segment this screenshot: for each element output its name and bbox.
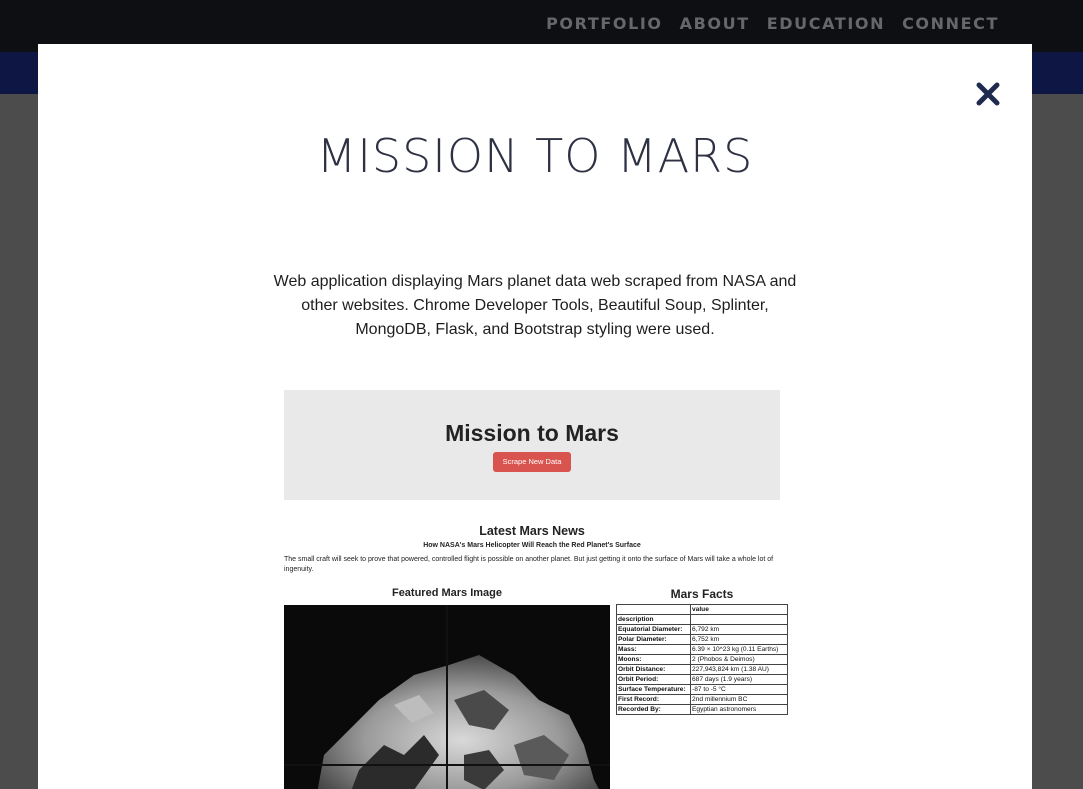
modal-title: MISSION TO MARS <box>316 129 754 183</box>
fact-value: 6.39 × 10^23 kg (0.11 Earths) <box>690 644 788 655</box>
fact-value: 687 days (1.9 years) <box>690 674 788 685</box>
table-row: Equatorial Diameter: 6,792 km <box>616 624 788 635</box>
table-header-value: value <box>690 604 788 615</box>
table-row: Orbit Period: 687 days (1.9 years) <box>616 674 788 685</box>
scrape-button: Scrape New Data <box>493 452 571 472</box>
table-row: Mass: 6.39 × 10^23 kg (0.11 Earths) <box>616 644 788 655</box>
app-jumbotron: Mission to Mars Scrape New Data <box>284 390 780 500</box>
fact-key: Orbit Period: <box>616 674 691 685</box>
featured-mars-image <box>284 605 610 789</box>
featured-image-heading: Featured Mars Image <box>391 587 503 599</box>
fact-value: 6,752 km <box>690 634 788 645</box>
modal-description: Web application displaying Mars planet d… <box>273 273 797 338</box>
table-row: Orbit Distance: 227,943,824 km (1.38 AU) <box>616 664 788 675</box>
table-header-description: description <box>616 614 691 625</box>
fact-value: 227,943,824 km (1.38 AU) <box>690 664 788 675</box>
table-row: Surface Temperature: -87 to -5 °C <box>616 684 788 695</box>
fact-value: 2nd millennium BC <box>690 694 788 705</box>
fact-value: 6,792 km <box>690 624 788 635</box>
mars-facts-table: value description Equatorial Diameter: 6,… <box>616 604 788 715</box>
project-modal: MISSION TO MARS Web application displayi… <box>38 44 1032 789</box>
table-row: value <box>616 604 788 615</box>
table-cell <box>690 614 788 625</box>
close-icon[interactable] <box>974 80 1002 108</box>
facts-heading: Mars Facts <box>670 587 734 601</box>
table-row: First Record: 2nd millennium BC <box>616 694 788 705</box>
app-title: Mission to Mars <box>445 420 619 446</box>
table-row: Polar Diameter: 6,752 km <box>616 634 788 645</box>
news-title: How NASA's Mars Helicopter Will Reach th… <box>423 542 641 549</box>
fact-key: Mass: <box>616 644 691 655</box>
fact-key: Surface Temperature: <box>616 684 691 695</box>
fact-key: First Record: <box>616 694 691 705</box>
fact-key: Recorded By: <box>616 704 691 715</box>
fact-key: Equatorial Diameter: <box>616 624 691 635</box>
news-teaser: The small craft will seek to prove that … <box>284 556 774 573</box>
fact-key: Polar Diameter: <box>616 634 691 645</box>
fact-key: Moons: <box>616 654 691 665</box>
fact-value: 2 (Phobos & Deimos) <box>690 654 788 665</box>
table-cell <box>616 604 691 615</box>
table-row: Recorded By: Egyptian astronomers <box>616 704 788 715</box>
news-heading: Latest Mars News <box>479 524 585 538</box>
fact-value: -87 to -5 °C <box>690 684 788 695</box>
table-row: description <box>616 614 788 625</box>
table-row: Moons: 2 (Phobos & Deimos) <box>616 654 788 665</box>
fact-value: Egyptian astronomers <box>690 704 788 715</box>
fact-key: Orbit Distance: <box>616 664 691 675</box>
project-screenshot: Mission to Mars Scrape New Data Latest M… <box>284 390 788 789</box>
